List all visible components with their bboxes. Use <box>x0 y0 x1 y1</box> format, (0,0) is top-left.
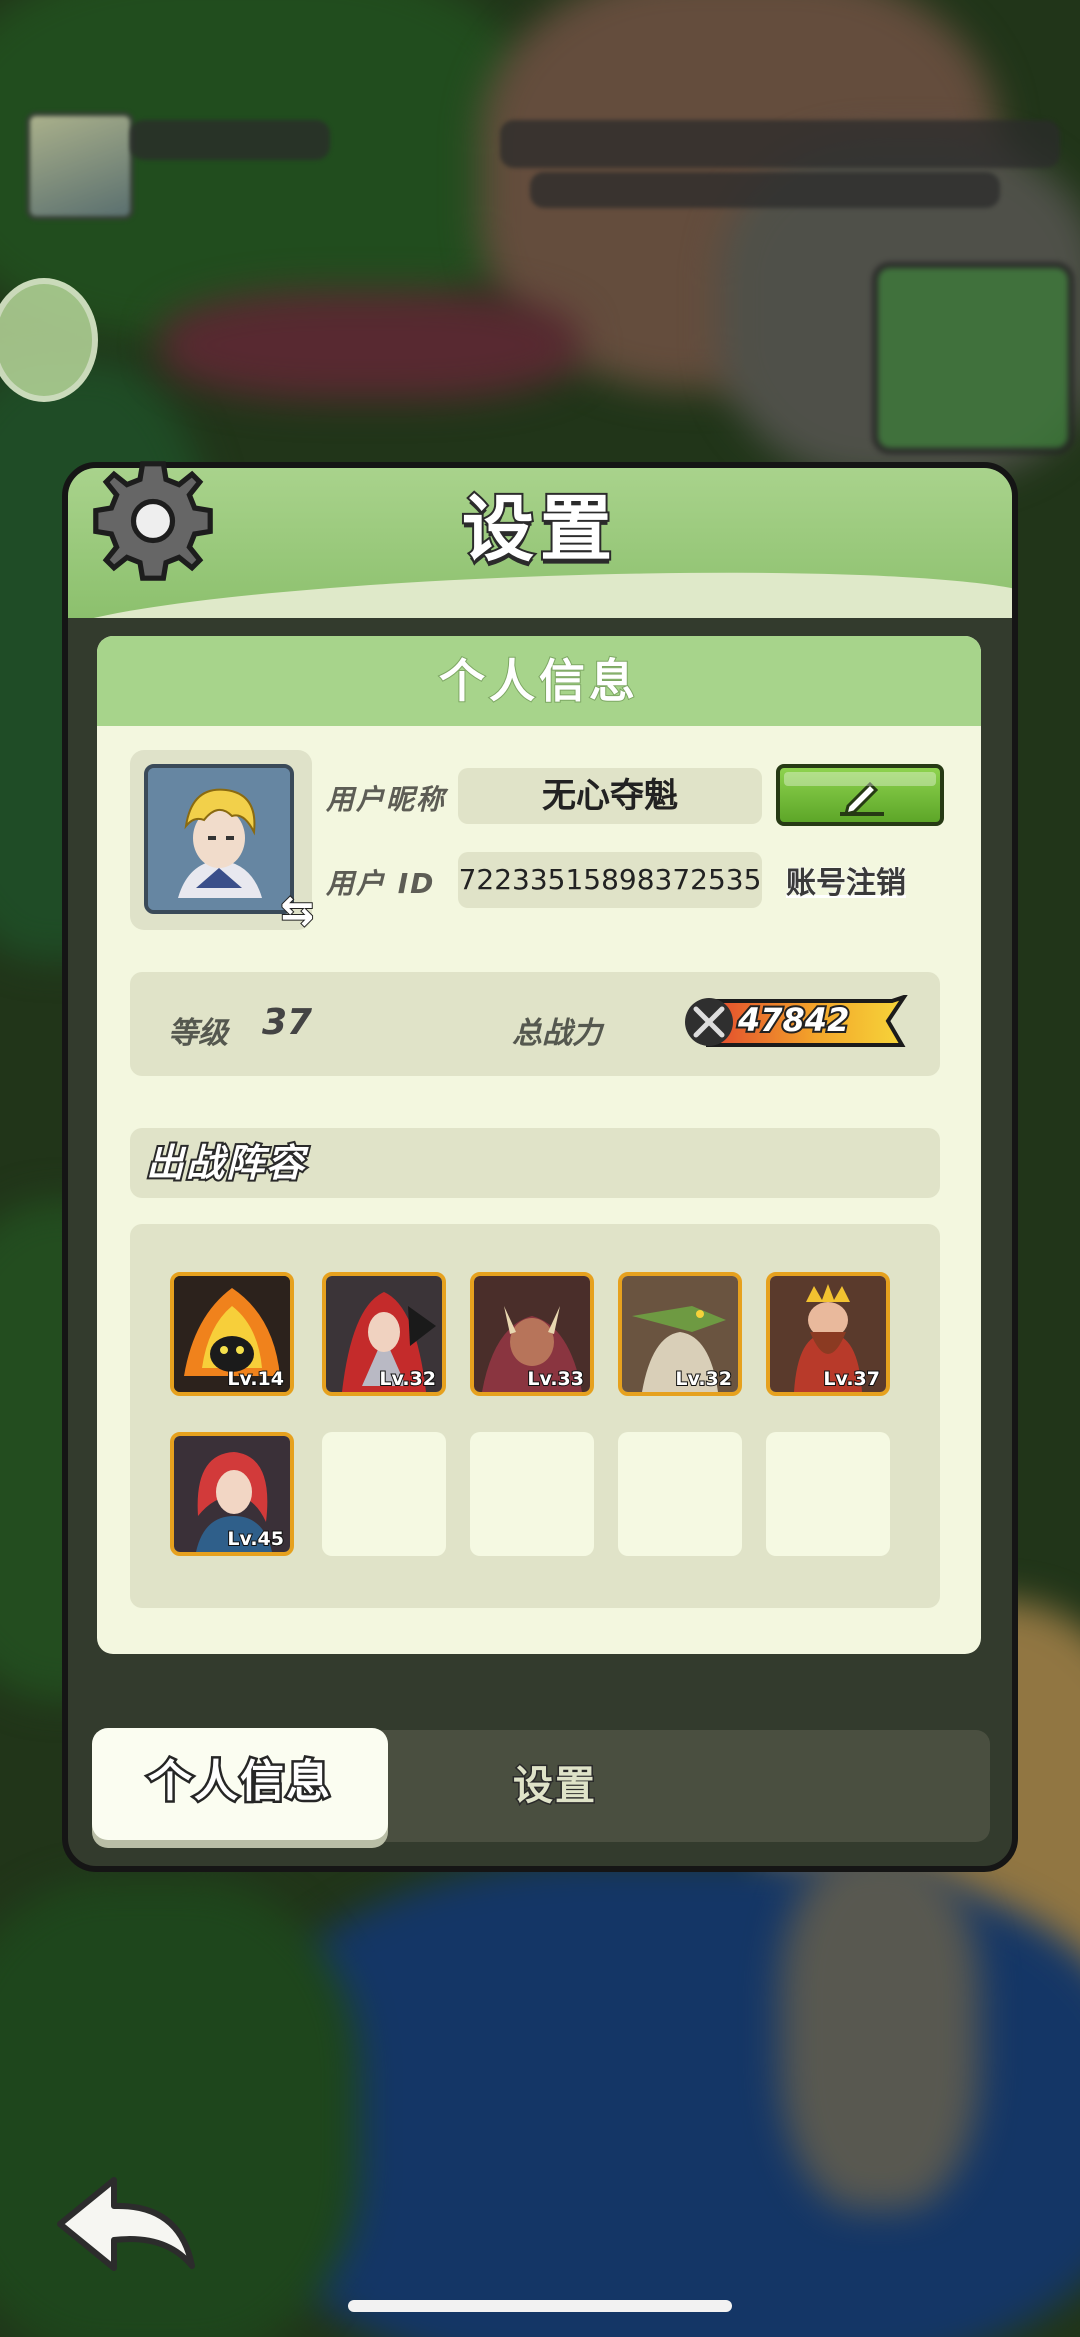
hud-name-bar <box>130 120 330 160</box>
hero-level: Lv.37 <box>822 1367 881 1391</box>
empty-hero-slot[interactable] <box>766 1432 890 1556</box>
home-indicator <box>348 2300 732 2312</box>
user-id-label: 用户 ID <box>326 867 436 900</box>
empty-hero-slot[interactable] <box>322 1432 446 1556</box>
nickname-label: 用户昵称 <box>326 783 447 816</box>
avatar-portrait <box>144 764 294 914</box>
minimap <box>872 262 1074 454</box>
hero-level: Lv.32 <box>674 1367 733 1391</box>
edit-nickname-button[interactable] <box>776 764 944 826</box>
hero-slot-horned-beast[interactable]: Lv.33 <box>470 1272 594 1396</box>
hero-level: Lv.32 <box>378 1367 437 1391</box>
power-badge: 47842 <box>682 995 910 1049</box>
hero-level: Lv.33 <box>526 1367 585 1391</box>
level-label: 等级 <box>168 1016 228 1051</box>
level-value: 37 <box>262 1002 313 1043</box>
panel-title: 设置 <box>460 485 618 573</box>
back-arrow-icon[interactable] <box>52 2170 202 2282</box>
hero-slot-dwarf-king[interactable]: Lv.37 <box>766 1272 890 1396</box>
tab-personal-info[interactable]: 个人信息 <box>92 1728 388 1840</box>
hud-resource-bar <box>500 120 1060 168</box>
hero-level: Lv.45 <box>226 1527 285 1551</box>
hud-player-avatar <box>26 112 134 220</box>
swap-icon[interactable]: ⇆ <box>279 887 314 935</box>
hero-slot-red-haired-mage[interactable]: Lv.45 <box>170 1432 294 1556</box>
hero-slot-red-hood-knight[interactable]: Lv.32 <box>322 1272 446 1396</box>
user-id-field: 72233515898372535 <box>458 852 762 908</box>
empty-hero-slot[interactable] <box>470 1432 594 1556</box>
nickname-field: 无心夺魁 <box>458 768 762 824</box>
tab-personal-info-label: 个人信息 <box>146 1754 333 1810</box>
hero-slot-fire-demon[interactable]: Lv.14 <box>170 1272 294 1396</box>
pencil-icon <box>840 781 884 817</box>
cancel-account-link[interactable]: 账号注销 <box>786 858 907 902</box>
power-label: 总战力 <box>512 1016 602 1051</box>
power-value: 47842 <box>736 999 851 1041</box>
hud-resource-bar-2 <box>530 172 1000 208</box>
empty-hero-slot[interactable] <box>618 1432 742 1556</box>
team-title: 出战阵容 <box>144 1139 307 1187</box>
hero-level: Lv.14 <box>226 1367 285 1391</box>
section-title: 个人信息 <box>97 636 981 726</box>
tab-settings[interactable]: 设置 <box>430 1730 680 1842</box>
team-header: 出战阵容 <box>130 1128 940 1198</box>
avatar[interactable]: ⇆ <box>130 750 315 935</box>
hero-slot-crocodile-warrior[interactable]: Lv.32 <box>618 1272 742 1396</box>
